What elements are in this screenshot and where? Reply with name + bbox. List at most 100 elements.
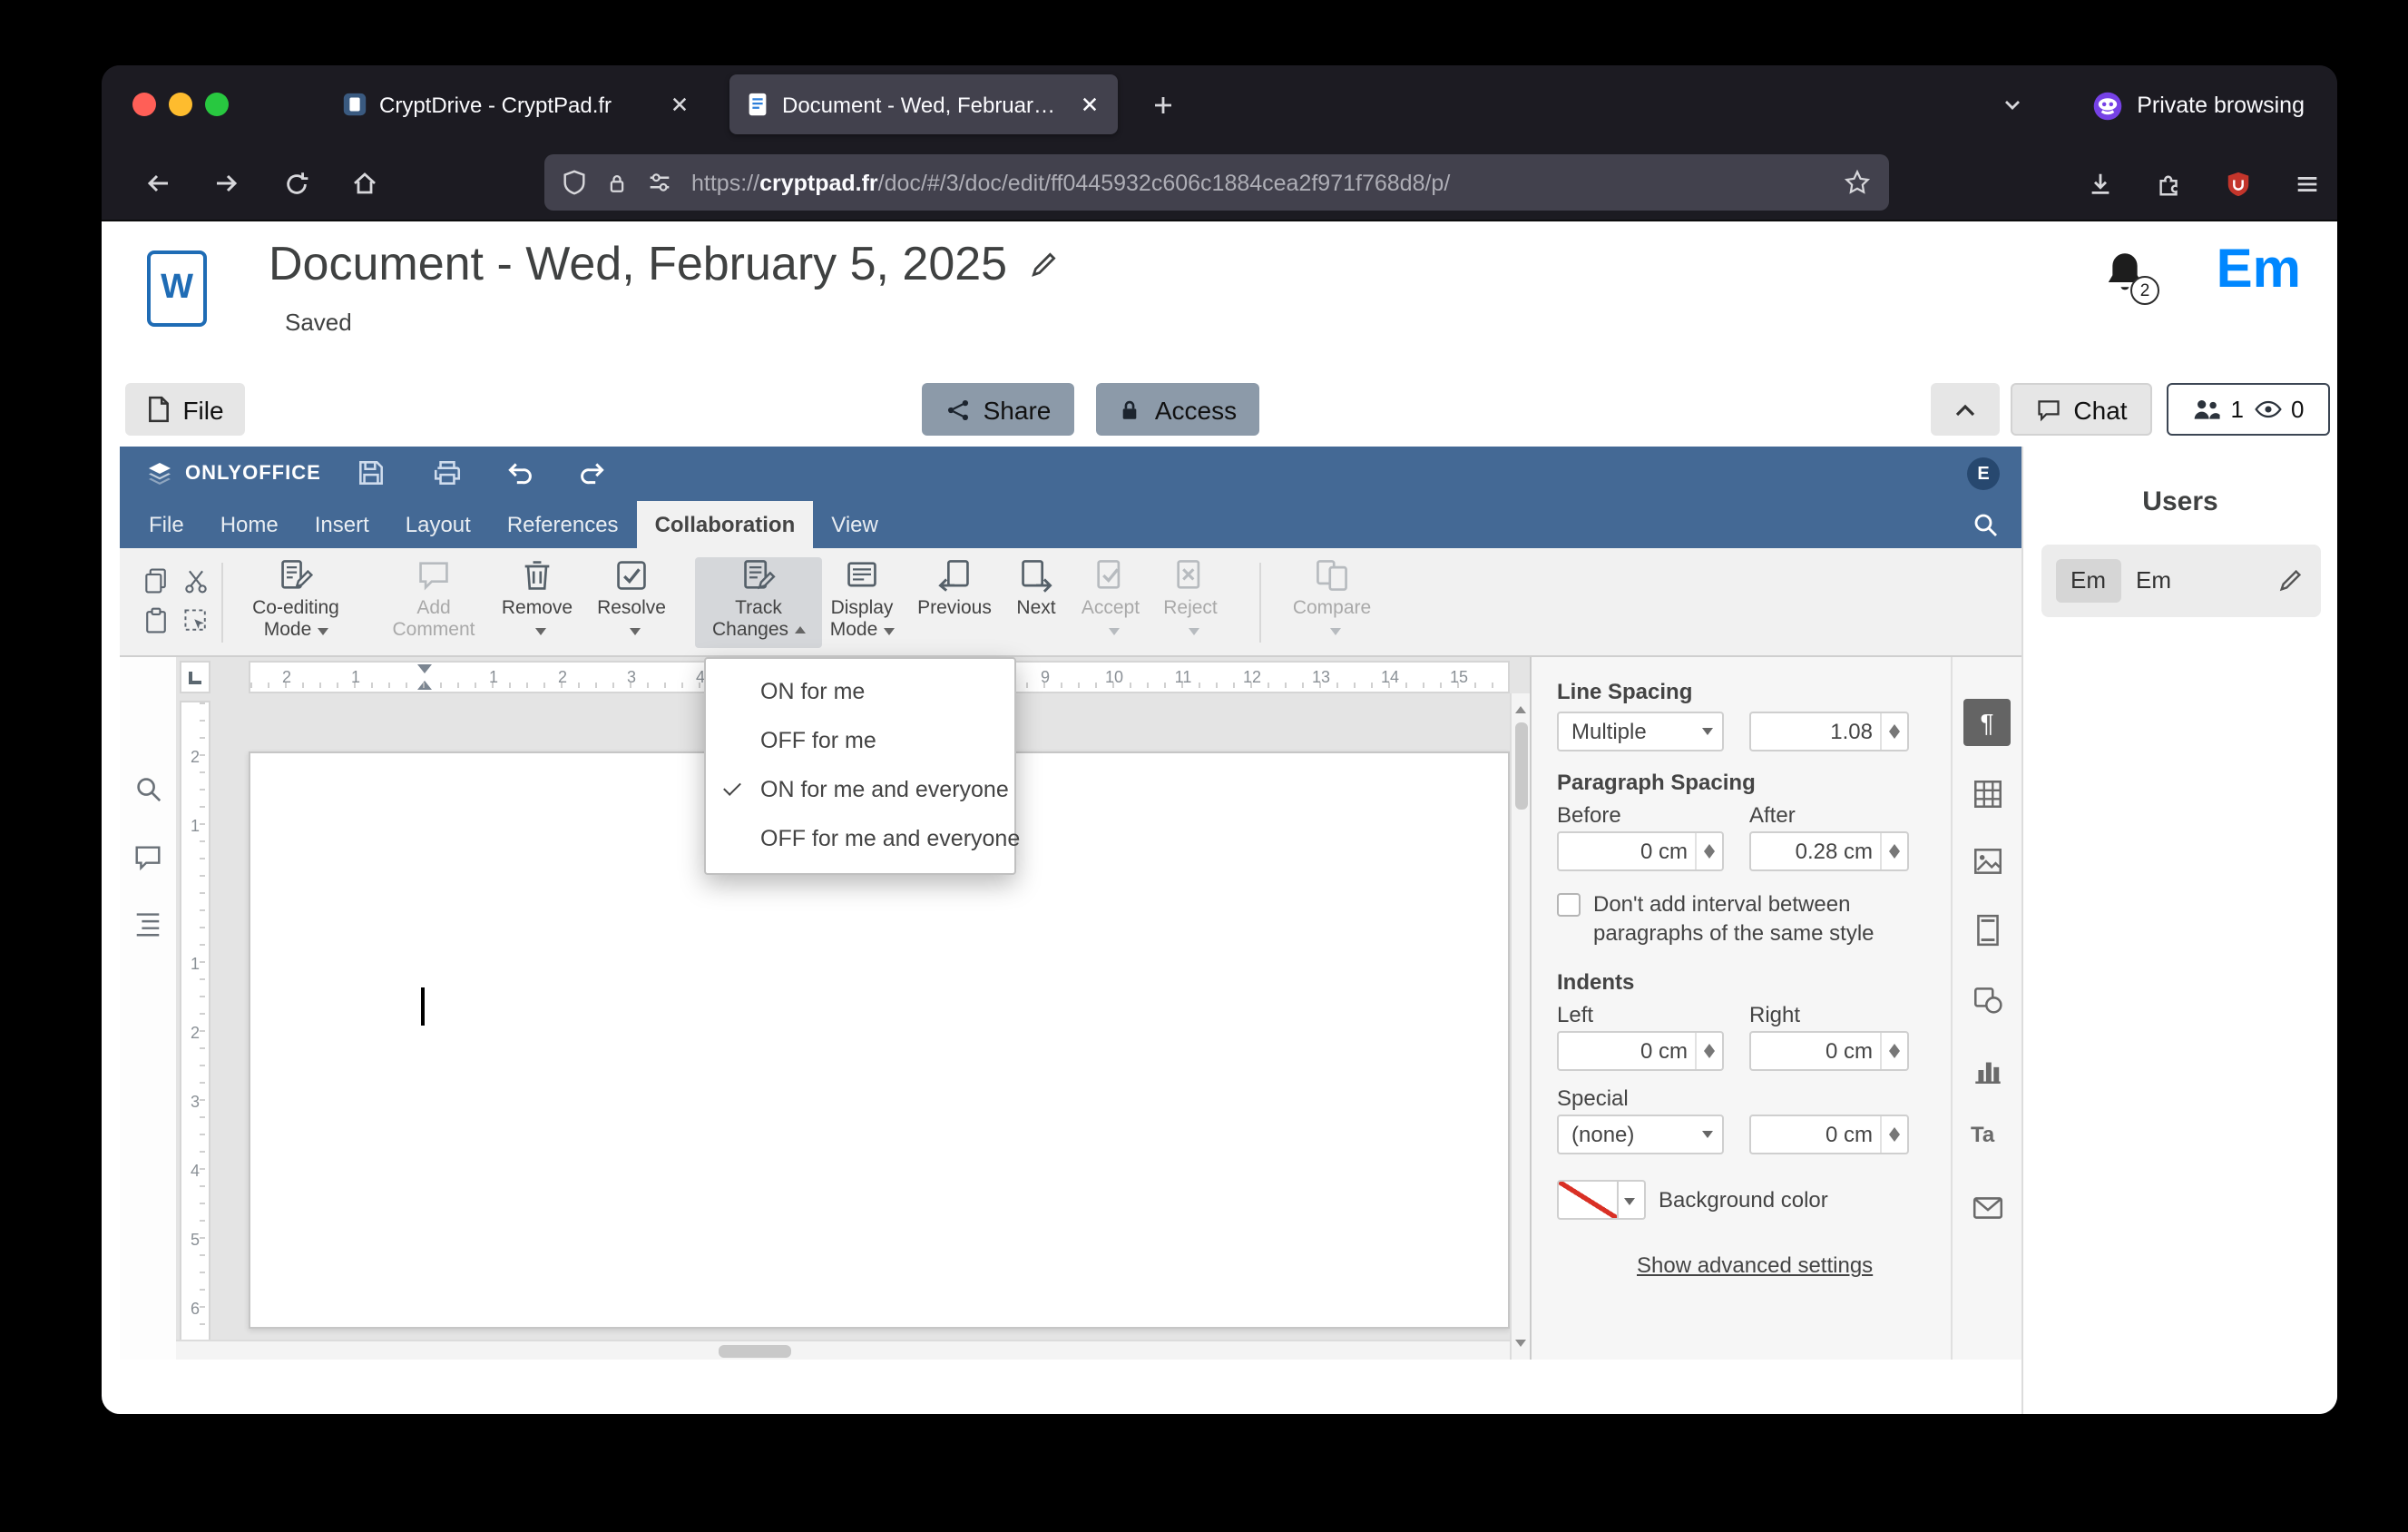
line-spacing-select[interactable]: Multiple: [1557, 712, 1724, 751]
menu-item-on-for-me[interactable]: ON for me: [706, 668, 1014, 717]
spinner-arrows[interactable]: [1880, 713, 1907, 750]
scroll-up-icon[interactable]: [1515, 701, 1526, 713]
undo-button[interactable]: [504, 457, 537, 490]
spinner-arrows[interactable]: [1695, 833, 1722, 869]
url-bar[interactable]: https://cryptpad.fr/doc/#/3/doc/edit/ff0…: [544, 154, 1889, 211]
vertical-ruler[interactable]: 2 1 1 2 3 4 5 6: [180, 701, 210, 1356]
table-settings-tab[interactable]: [1971, 777, 2005, 811]
copy-button[interactable]: [142, 566, 172, 597]
chat-button[interactable]: Chat: [2011, 383, 2152, 436]
users-button[interactable]: 1 0: [2167, 383, 2330, 436]
ublock-origin-button[interactable]: [2214, 160, 2261, 207]
macos-close-button[interactable]: [132, 93, 156, 116]
scroll-down-icon[interactable]: [1515, 1340, 1526, 1352]
paragraph-settings-tab[interactable]: ¶: [1963, 699, 2011, 746]
menu-tab-layout[interactable]: Layout: [387, 501, 489, 548]
edit-name-pencil-icon[interactable]: [2277, 566, 2305, 594]
cut-button[interactable]: [181, 566, 212, 597]
tab-stop-selector[interactable]: [180, 661, 210, 693]
tab-close-icon[interactable]: [1074, 90, 1103, 119]
forward-button[interactable]: [203, 160, 250, 207]
editor-search-button[interactable]: [1971, 510, 2000, 539]
editor-user-avatar[interactable]: E: [1967, 457, 2000, 490]
reload-button[interactable]: [272, 160, 319, 207]
spinner-arrows[interactable]: [1695, 1033, 1722, 1069]
advanced-settings-link[interactable]: Show advanced settings: [1637, 1252, 1873, 1278]
find-button[interactable]: [132, 773, 163, 804]
permissions-icon[interactable]: [646, 169, 673, 196]
menu-tab-file[interactable]: File: [131, 501, 202, 548]
tab-close-icon[interactable]: [664, 90, 693, 119]
navigation-panel-button[interactable]: [132, 908, 163, 938]
lock-icon[interactable]: [604, 170, 630, 195]
special-amount-spinner[interactable]: 0 cm: [1749, 1115, 1909, 1154]
extensions-button[interactable]: [2145, 160, 2192, 207]
user-list-item[interactable]: Em Em: [2041, 545, 2321, 617]
print-button[interactable]: [432, 457, 465, 490]
chart-settings-tab[interactable]: [1971, 1053, 2005, 1087]
downloads-button[interactable]: [2076, 160, 2123, 207]
macos-zoom-button[interactable]: [205, 93, 229, 116]
indent-left-spinner[interactable]: 0 cm: [1557, 1031, 1724, 1071]
share-button[interactable]: Share: [922, 383, 1074, 436]
home-button[interactable]: [341, 160, 388, 207]
save-button[interactable]: [356, 457, 388, 490]
back-button[interactable]: [134, 160, 181, 207]
rename-pencil-icon[interactable]: [1029, 249, 1060, 280]
background-color-swatch[interactable]: [1557, 1180, 1619, 1220]
indent-right-spinner[interactable]: 0 cm: [1749, 1031, 1909, 1071]
comments-panel-button[interactable]: [132, 842, 163, 873]
tab-document-active[interactable]: Document - Wed, February 5, 2: [729, 74, 1118, 134]
menu-tab-collaboration[interactable]: Collaboration: [636, 501, 814, 548]
menu-tab-home[interactable]: Home: [202, 501, 297, 548]
notifications-button[interactable]: 2: [2101, 249, 2159, 307]
mail-merge-settings-tab[interactable]: [1971, 1191, 2005, 1225]
menu-tab-references[interactable]: References: [489, 501, 637, 548]
scrollbar-thumb[interactable]: [719, 1345, 791, 1358]
list-all-tabs-button[interactable]: [1989, 82, 2036, 129]
line-spacing-amount-spinner[interactable]: 1.08: [1749, 712, 1909, 751]
horizontal-scrollbar[interactable]: [176, 1340, 1510, 1360]
user-avatar[interactable]: Em: [2217, 240, 2301, 301]
collapse-toolbar-button[interactable]: [1931, 383, 2000, 436]
tab-cryptdrive[interactable]: CryptDrive - CryptPad.fr: [327, 74, 708, 134]
background-color-dropdown[interactable]: [1619, 1180, 1646, 1220]
spinner-arrows[interactable]: [1880, 833, 1907, 869]
paste-button[interactable]: [142, 606, 172, 637]
spinner-arrows[interactable]: [1880, 1116, 1907, 1153]
image-settings-tab[interactable]: [1971, 844, 2005, 879]
redo-button[interactable]: [577, 457, 610, 490]
special-select[interactable]: (none): [1557, 1115, 1724, 1154]
access-button[interactable]: Access: [1096, 383, 1259, 436]
bookmark-star-icon[interactable]: [1844, 169, 1871, 196]
vertical-scrollbar[interactable]: [1510, 693, 1530, 1360]
new-tab-button[interactable]: [1140, 82, 1187, 129]
previous-change-button[interactable]: Previous: [900, 557, 1009, 619]
menu-item-off-for-me[interactable]: OFF for me: [706, 717, 1014, 766]
file-button[interactable]: File: [125, 383, 245, 436]
tracking-shield-icon[interactable]: [561, 169, 588, 196]
text-art-settings-tab[interactable]: Ta: [1971, 1122, 1994, 1147]
menu-item-off-for-everyone[interactable]: OFF for me and everyone: [706, 815, 1020, 864]
reject-change-button[interactable]: Reject: [1140, 557, 1241, 641]
spacing-before-spinner[interactable]: 0 cm: [1557, 831, 1724, 871]
add-comment-button[interactable]: Add Comment: [374, 557, 494, 641]
coediting-mode-button[interactable]: Co-editing Mode: [232, 557, 359, 641]
compare-button[interactable]: Compare: [1277, 557, 1386, 641]
menu-item-on-for-everyone[interactable]: ON for me and everyone: [706, 766, 1014, 815]
left-indent-marker[interactable]: [417, 673, 432, 690]
remove-comment-button[interactable]: Remove: [483, 557, 592, 641]
spinner-arrows[interactable]: [1880, 1033, 1907, 1069]
header-footer-settings-tab[interactable]: [1971, 913, 2005, 948]
no-interval-checkbox[interactable]: [1557, 893, 1581, 917]
scrollbar-thumb[interactable]: [1515, 722, 1528, 810]
document-title[interactable]: Document - Wed, February 5, 2025: [269, 236, 1007, 292]
menu-tab-insert[interactable]: Insert: [297, 501, 387, 548]
menu-tab-view[interactable]: View: [813, 501, 896, 548]
macos-minimize-button[interactable]: [169, 93, 192, 116]
menu-button[interactable]: [2283, 160, 2330, 207]
select-all-button[interactable]: [181, 606, 212, 637]
resolve-button[interactable]: Resolve: [577, 557, 686, 641]
spacing-after-spinner[interactable]: 0.28 cm: [1749, 831, 1909, 871]
shape-settings-tab[interactable]: [1971, 982, 2005, 1016]
